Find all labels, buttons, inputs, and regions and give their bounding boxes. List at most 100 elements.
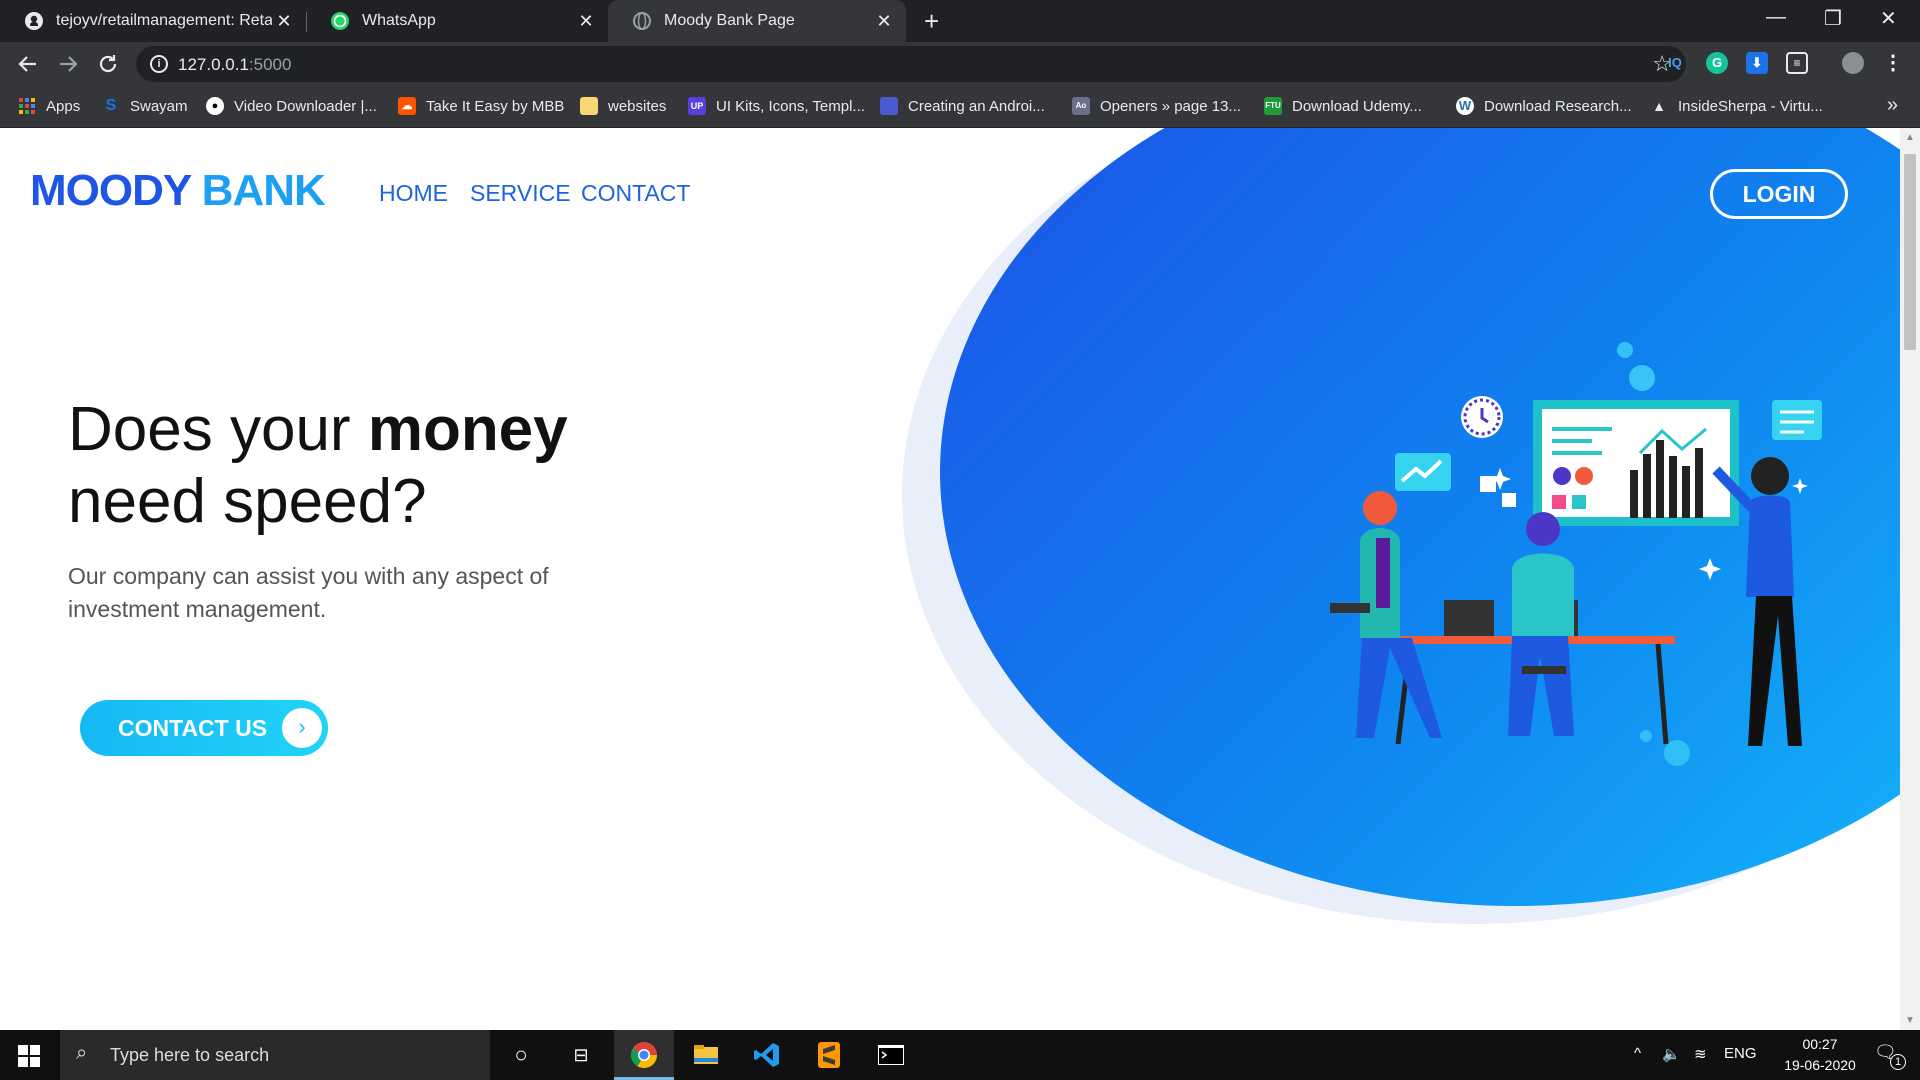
volume-icon[interactable]: 🔈	[1662, 1045, 1681, 1063]
avatar[interactable]	[1842, 52, 1864, 74]
tray-overflow-icon[interactable]: ^	[1634, 1045, 1641, 1062]
tab-whatsapp[interactable]: WhatsApp ✕	[306, 0, 608, 42]
nav-home[interactable]: HOME	[379, 180, 448, 207]
download-extension-icon[interactable]: ⬇	[1746, 52, 1768, 74]
clock-time: 00:27	[1802, 1036, 1838, 1052]
hero-title-pre: Does your	[68, 395, 368, 464]
wordpress-icon: W	[1456, 97, 1474, 115]
chevron-right-icon: ›	[282, 708, 322, 748]
browser-toolbar: i 127.0.0.1:5000 ☆ IQ G ⬇ ≡ ⋮	[0, 42, 1920, 86]
page-scrollbar[interactable]: ▲ ▼	[1900, 128, 1920, 1030]
openers-icon: Ao	[1072, 97, 1090, 115]
tab-label: tejoyv/retailmanagement: Retail I	[56, 12, 272, 29]
chrome-icon[interactable]	[629, 1040, 659, 1070]
login-button[interactable]: LOGIN	[1710, 169, 1848, 219]
video-downloader-icon: ●	[206, 97, 224, 115]
team-analytics-illustration	[1330, 342, 1822, 766]
moody-bank-page: MOODY BANK HOME SERVICE CONTACT LOGIN Do…	[0, 128, 1900, 1030]
whatsapp-icon	[331, 12, 349, 30]
menu-icon[interactable]: ⋮	[1882, 52, 1904, 74]
taskbar-search-box[interactable]: ⌕ Type here to search	[60, 1030, 490, 1080]
language-indicator[interactable]: ENG	[1724, 1045, 1757, 1062]
bookmark-swayam[interactable]: S Swayam	[102, 97, 188, 115]
windows-taskbar: ⌕ Type here to search ○ ⊟ ^ 🔈 ≋ ENG 00:2…	[0, 1030, 1920, 1080]
brand-part2: BANK	[201, 166, 326, 215]
bookmark-creating-android[interactable]: Creating an Androi...	[880, 97, 1045, 115]
bookmark-label: Download Research...	[1484, 97, 1632, 115]
bookmark-label: Apps	[46, 97, 81, 115]
bookmark-label: websites	[608, 97, 667, 115]
apps-grid-icon	[19, 98, 35, 114]
notification-badge: 1	[1890, 1054, 1906, 1070]
cta-label: CONTACT US	[118, 715, 268, 741]
window-close-icon[interactable]: ✕	[1880, 6, 1897, 31]
folder-icon	[580, 97, 598, 115]
clock-date: 19-06-2020	[1784, 1057, 1856, 1073]
bookmark-label: Take It Easy by MBB	[426, 97, 565, 115]
bookmark-label: Openers » page 13...	[1100, 97, 1241, 115]
github-icon	[25, 12, 43, 30]
bookmark-insidesherpa[interactable]: ▲ InsideSherpa - Virtu...	[1650, 97, 1823, 115]
minimize-icon[interactable]: —	[1766, 6, 1786, 29]
cortana-icon[interactable]: ○	[506, 1040, 536, 1070]
sublime-icon[interactable]	[814, 1040, 844, 1070]
bookmarks-bar: Apps S Swayam ● Video Downloader |... ☁ …	[0, 86, 1920, 128]
tab-label: Moody Bank Page	[664, 12, 795, 29]
bookmark-download-udemy[interactable]: FTU Download Udemy...	[1264, 97, 1422, 115]
tab-label: WhatsApp	[362, 12, 436, 29]
bookmark-label: Swayam	[130, 97, 188, 115]
bookmark-label: InsideSherpa - Virtu...	[1678, 97, 1823, 115]
site-info-icon[interactable]: i	[150, 55, 168, 73]
taskbar-clock[interactable]: 00:27 19-06-2020	[1770, 1034, 1870, 1076]
iq-extension-icon[interactable]: IQ	[1664, 52, 1686, 74]
back-icon[interactable]	[16, 52, 40, 76]
tab-moody-bank[interactable]: Moody Bank Page ✕	[608, 0, 906, 42]
bookmark-download-research[interactable]: W Download Research...	[1456, 97, 1632, 115]
reload-icon[interactable]	[96, 52, 120, 76]
search-placeholder: Type here to search	[110, 1045, 270, 1065]
bookmark-apps[interactable]: Apps	[18, 97, 80, 115]
brand-part1: MOODY	[30, 166, 191, 215]
wifi-icon[interactable]: ≋	[1694, 1045, 1707, 1063]
close-icon[interactable]: ✕	[872, 11, 896, 32]
url-host: 127.0.0.1	[178, 55, 249, 74]
new-tab-icon[interactable]: +	[924, 6, 939, 37]
bookmark-video-downloader[interactable]: ● Video Downloader |...	[206, 97, 377, 115]
url-port: :5000	[248, 55, 292, 74]
soundcloud-icon: ☁	[398, 97, 416, 115]
contact-us-button[interactable]: CONTACT US ›	[80, 700, 328, 756]
scroll-up-icon[interactable]: ▲	[1905, 132, 1915, 143]
close-icon[interactable]: ✕	[574, 11, 598, 32]
forward-icon[interactable]	[56, 52, 80, 76]
restore-icon[interactable]: ❐	[1824, 6, 1842, 31]
file-explorer-icon[interactable]	[691, 1040, 721, 1070]
address-bar[interactable]: i 127.0.0.1:5000 ☆	[136, 46, 1686, 82]
globe-icon	[633, 12, 651, 30]
bookmark-openers[interactable]: Ao Openers » page 13...	[1072, 97, 1241, 115]
tab-github[interactable]: tejoyv/retailmanagement: Retail I ✕	[0, 0, 306, 42]
hero-title-post: need speed?	[68, 467, 427, 536]
bookmark-label: Creating an Androi...	[908, 97, 1045, 115]
bookmark-ui-kits[interactable]: UP UI Kits, Icons, Templ...	[688, 97, 865, 115]
bookmark-take-it-easy[interactable]: ☁ Take It Easy by MBB	[398, 97, 564, 115]
reader-extension-icon[interactable]: ≡	[1786, 52, 1808, 74]
task-view-icon[interactable]: ⊟	[566, 1040, 596, 1070]
search-icon: ⌕	[76, 1042, 88, 1064]
windows-start-icon[interactable]	[18, 1045, 40, 1067]
hero-title-bold: money	[367, 395, 568, 464]
grammarly-extension-icon[interactable]: G	[1706, 52, 1728, 74]
bookmark-label: UI Kits, Icons, Templ...	[716, 97, 865, 115]
scrollbar-thumb[interactable]	[1904, 154, 1916, 350]
vscode-icon[interactable]	[752, 1040, 782, 1070]
terminal-icon[interactable]	[876, 1040, 906, 1070]
hero-subtitle: Our company can assist you with any aspe…	[68, 563, 549, 622]
close-icon[interactable]: ✕	[272, 11, 296, 32]
brand-logo[interactable]: MOODY BANK	[30, 166, 326, 216]
nav-service[interactable]: SERVICE	[470, 180, 571, 207]
bookmark-websites[interactable]: websites	[580, 97, 666, 115]
bookmarks-overflow-icon[interactable]: »	[1887, 94, 1898, 117]
up-labs-icon: UP	[688, 97, 706, 115]
url-text[interactable]: 127.0.0.1:5000	[178, 55, 291, 75]
nav-contact[interactable]: CONTACT	[581, 180, 690, 207]
scroll-down-icon[interactable]: ▼	[1905, 1015, 1915, 1026]
